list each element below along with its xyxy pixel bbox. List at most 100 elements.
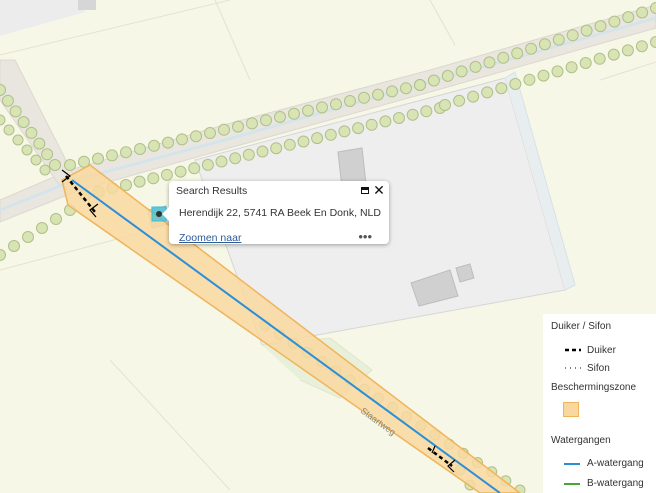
shed-topleft [78, 0, 96, 10]
tree [302, 104, 314, 117]
tree [1, 94, 14, 107]
tree [311, 132, 324, 145]
legend-heading-watergangen: Watergangen [551, 435, 611, 446]
tree [372, 88, 384, 101]
more-actions-icon[interactable]: ••• [358, 229, 372, 244]
tree [316, 101, 328, 114]
tree [25, 126, 38, 139]
tree [483, 56, 496, 69]
tree [174, 165, 187, 178]
tree [92, 152, 104, 165]
tree [190, 130, 202, 143]
popup-title: Search Results [176, 185, 248, 197]
tree [21, 144, 33, 156]
zoom-to-link[interactable]: Zoomen naar [179, 232, 241, 244]
b-watergang-swatch [564, 483, 580, 485]
tree [8, 240, 20, 252]
tree [406, 108, 419, 121]
tree [232, 120, 244, 133]
tree [393, 112, 405, 124]
tree [120, 146, 132, 159]
tree [511, 47, 524, 60]
tree [622, 11, 635, 24]
tree [352, 122, 365, 135]
tree [414, 79, 426, 91]
tree [106, 149, 118, 162]
tree [525, 42, 538, 55]
tree [3, 124, 15, 136]
tree [579, 57, 592, 69]
tree [270, 142, 283, 155]
tree [379, 115, 392, 128]
legend-item-sifon: Sifon [587, 363, 610, 374]
tree [635, 40, 648, 53]
tree [41, 148, 54, 161]
tree [148, 139, 160, 152]
tree [607, 48, 620, 61]
tree [147, 172, 160, 185]
tree [215, 155, 228, 168]
maximize-icon[interactable] [358, 183, 372, 197]
sifon-symbol-icon [565, 367, 581, 369]
popup-address: Herendijk 22, 5741 RA Beek En Donk, NLD [179, 207, 381, 219]
tree [608, 15, 621, 28]
tree [593, 52, 606, 65]
tree [551, 65, 564, 78]
tree [33, 137, 46, 150]
legend-item-a-watergang: A-watergang [587, 458, 644, 469]
tree [274, 111, 286, 123]
tree [538, 38, 551, 51]
tree [204, 127, 216, 139]
close-icon[interactable]: ✕ [372, 183, 386, 197]
tree [39, 164, 51, 176]
duiker-symbol-icon [565, 348, 581, 352]
tree [162, 136, 174, 149]
tree [160, 168, 173, 181]
map-legend: Duiker / Sifon Duiker Sifon Beschermings… [543, 314, 656, 493]
tree [481, 86, 494, 99]
tree [566, 29, 579, 42]
legend-item-duiker: Duiker [587, 345, 616, 356]
a-watergang-swatch [564, 463, 580, 465]
tree [218, 123, 230, 136]
tree [509, 78, 522, 90]
tree [36, 222, 48, 234]
legend-heading-beschermingszone: Beschermingszone [551, 382, 637, 393]
tree [17, 116, 30, 129]
tree [497, 51, 510, 64]
tree [330, 98, 342, 111]
tree [523, 73, 536, 86]
tree [621, 44, 634, 57]
tree [580, 24, 593, 37]
tree [201, 158, 214, 171]
tree [9, 105, 22, 118]
tree [495, 82, 508, 95]
tree [288, 107, 300, 120]
popup-pointer [162, 207, 169, 221]
tree [467, 90, 480, 103]
tree [420, 105, 433, 118]
tree [64, 159, 76, 171]
tree [400, 82, 412, 95]
tree [427, 74, 440, 87]
tree [133, 175, 146, 188]
tree [242, 148, 255, 161]
tree [338, 125, 351, 138]
tree [344, 95, 356, 107]
tree [50, 213, 62, 225]
tree [229, 152, 242, 165]
legend-heading-duiker-sifon: Duiker / Sifon [551, 321, 612, 332]
legend-item-b-watergang: B-watergang [587, 478, 644, 489]
search-results-popup: Search Results ✕ Herendijk 22, 5741 RA B… [162, 181, 389, 244]
tree [49, 159, 61, 171]
tree [134, 143, 146, 155]
tree [565, 61, 578, 74]
tree [30, 154, 42, 166]
tree [469, 60, 482, 73]
tree [636, 6, 649, 19]
tree [256, 145, 269, 158]
tree [453, 94, 466, 107]
tree [188, 162, 201, 175]
tree [441, 69, 454, 82]
beschermingszone-swatch [563, 402, 579, 417]
